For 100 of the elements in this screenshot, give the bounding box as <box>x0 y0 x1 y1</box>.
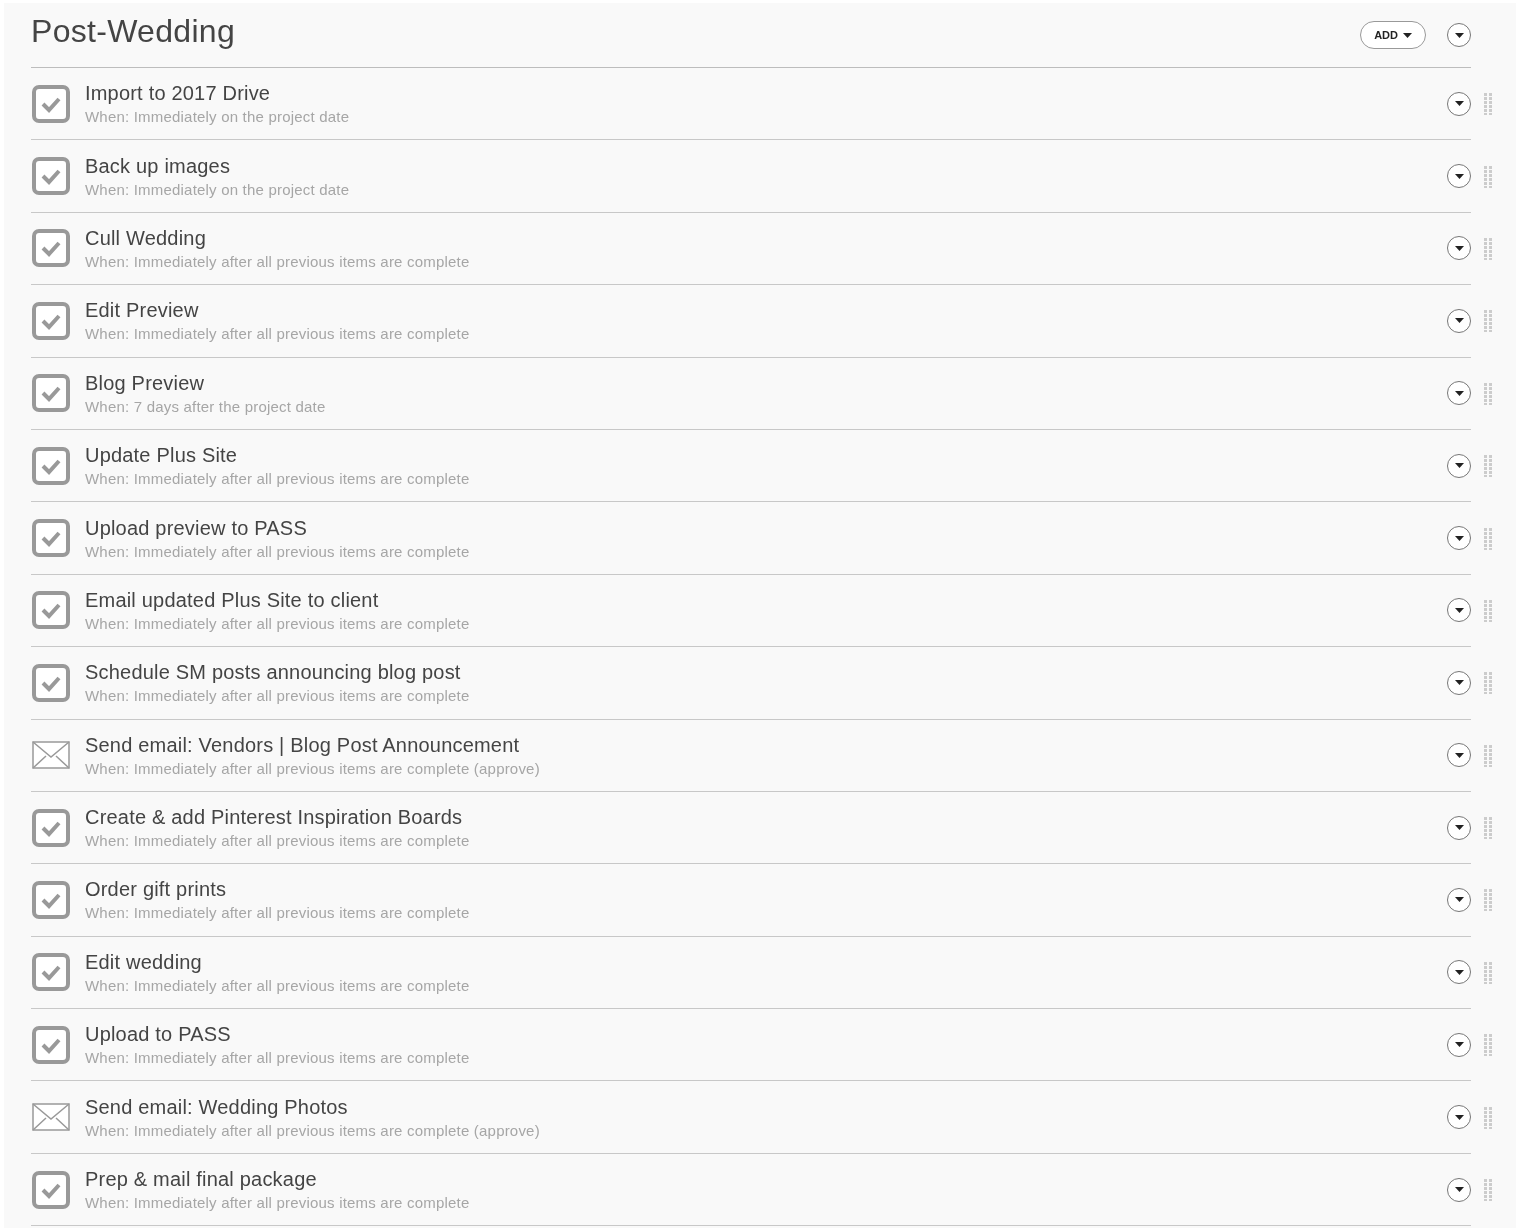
item-title: Blog Preview <box>85 371 206 395</box>
caret-icon <box>1454 32 1464 38</box>
drag-handle-icon[interactable] <box>1484 527 1493 550</box>
caret-icon <box>1454 535 1464 541</box>
drag-handle-icon[interactable] <box>1484 455 1493 478</box>
item-title: Create & add Pinterest Inspiration Boards <box>85 806 464 830</box>
drag-handle-icon[interactable] <box>1484 672 1493 695</box>
checkbox-task-icon <box>32 84 70 123</box>
dropdown-button[interactable] <box>1447 308 1471 333</box>
checkbox-task-icon <box>32 591 70 630</box>
envelope-icon <box>32 741 70 770</box>
caret-icon <box>1454 752 1464 758</box>
item-when: When: Immediately after all previous items are complete (approve) <box>85 1121 541 1139</box>
drag-handle-icon[interactable] <box>1484 93 1493 116</box>
caret-icon <box>1454 825 1464 831</box>
item-when: When: Immediately after all previous items are complete <box>85 832 471 850</box>
dropdown-button[interactable] <box>1447 670 1471 695</box>
dropdown-button[interactable] <box>1447 453 1471 478</box>
item-title: Edit wedding <box>85 950 203 974</box>
checkbox-task-icon <box>32 881 70 919</box>
drag-handle-icon[interactable] <box>1484 165 1493 188</box>
item-title: Import to 2017 Drive <box>85 82 272 106</box>
item-title: Upload preview to PASS <box>85 516 308 540</box>
caret-icon <box>1403 32 1412 38</box>
item-title: Schedule SM posts announcing blog post <box>85 661 462 685</box>
checkbox-task-icon <box>32 808 70 847</box>
dropdown-button[interactable] <box>1447 815 1471 840</box>
checkbox-task-icon <box>32 157 70 196</box>
caret-icon <box>1454 463 1464 469</box>
checkbox-task-icon <box>32 1170 70 1209</box>
caret-icon <box>1454 390 1464 396</box>
item-when: When: Immediately after all previous items are complete (approve) <box>85 759 541 777</box>
caret-icon <box>1454 1042 1464 1048</box>
item-title: Order gift prints <box>85 878 228 902</box>
item-title: Cull Wedding <box>85 226 207 250</box>
item-when: When: Immediately after all previous items are complete <box>85 687 471 705</box>
item-when: When: Immediately after all previous items are complete <box>85 325 471 343</box>
item-when: When: Immediately after all previous items are complete <box>85 470 471 488</box>
item-title: Email updated Plus Site to client <box>85 588 380 612</box>
dropdown-button[interactable] <box>1447 381 1471 406</box>
envelope-icon <box>32 1103 70 1132</box>
drag-handle-icon[interactable] <box>1484 599 1493 622</box>
drag-handle-icon[interactable] <box>1484 1179 1493 1202</box>
item-when: When: Immediately after all previous items are complete <box>85 252 471 270</box>
dropdown-button[interactable] <box>1447 960 1471 985</box>
section-title: Post-Wedding <box>31 12 236 50</box>
item-title: Prep & mail final package <box>85 1168 318 1192</box>
checkbox-task-icon <box>32 953 70 992</box>
checkbox-task-icon <box>32 229 70 268</box>
item-when: When: Immediately after all previous items are complete <box>85 614 471 632</box>
item-title: Send email: Vendors | Blog Post Announcement <box>85 733 521 757</box>
dropdown-button[interactable] <box>1447 164 1471 189</box>
checkbox-task-icon <box>32 663 70 702</box>
item-when: When: Immediately after all previous items are complete <box>85 904 471 922</box>
caret-icon <box>1454 1187 1464 1193</box>
caret-icon <box>1454 245 1464 251</box>
item-when: When: 7 days after the project date <box>85 397 327 415</box>
add-button[interactable]: ADD <box>1360 21 1426 49</box>
drag-handle-icon[interactable] <box>1484 1034 1493 1057</box>
drag-handle-icon[interactable] <box>1484 817 1493 840</box>
drag-handle-icon[interactable] <box>1484 310 1493 333</box>
dropdown-button[interactable] <box>1447 23 1471 47</box>
drag-handle-icon[interactable] <box>1484 744 1493 767</box>
item-title: Update Plus Site <box>85 444 239 468</box>
dropdown-button[interactable] <box>1447 598 1471 623</box>
checkbox-task-icon <box>32 374 70 413</box>
item-title: Back up images <box>85 154 232 178</box>
dropdown-button[interactable] <box>1447 888 1471 912</box>
caret-icon <box>1454 1114 1464 1120</box>
item-when: When: Immediately after all previous items are complete <box>85 542 471 560</box>
item-when: When: Immediately after all previous items are complete <box>85 976 471 994</box>
checkbox-task-icon <box>32 301 70 340</box>
dropdown-button[interactable] <box>1447 743 1471 768</box>
dropdown-button[interactable] <box>1447 1032 1471 1057</box>
item-title: Edit Preview <box>85 299 200 323</box>
caret-icon <box>1454 680 1464 686</box>
dropdown-button[interactable] <box>1447 1105 1471 1130</box>
item-when: When: Immediately after all previous items are complete <box>85 1194 471 1212</box>
dropdown-button[interactable] <box>1447 1177 1471 1202</box>
checkbox-task-icon <box>32 1025 70 1064</box>
item-title: Upload to PASS <box>85 1023 232 1047</box>
item-when: When: Immediately on the project date <box>85 180 351 198</box>
drag-handle-icon[interactable] <box>1484 889 1493 912</box>
dropdown-button[interactable] <box>1447 236 1471 261</box>
drag-handle-icon[interactable] <box>1484 961 1493 984</box>
drag-handle-icon[interactable] <box>1484 237 1493 260</box>
drag-handle-icon[interactable] <box>1484 1106 1493 1129</box>
caret-icon <box>1454 173 1464 179</box>
checkbox-task-icon <box>32 446 70 485</box>
checkbox-task-icon <box>32 519 70 558</box>
dropdown-button[interactable] <box>1447 91 1471 116</box>
item-title: Send email: Wedding Photos <box>85 1095 349 1119</box>
caret-icon <box>1454 969 1464 975</box>
caret-icon <box>1454 318 1464 324</box>
caret-icon <box>1454 101 1464 107</box>
dropdown-button[interactable] <box>1447 526 1471 551</box>
item-when: When: Immediately after all previous items are complete <box>85 1049 471 1067</box>
drag-handle-icon[interactable] <box>1484 382 1493 405</box>
caret-icon <box>1454 897 1464 903</box>
item-when: When: Immediately on the project date <box>85 108 351 126</box>
